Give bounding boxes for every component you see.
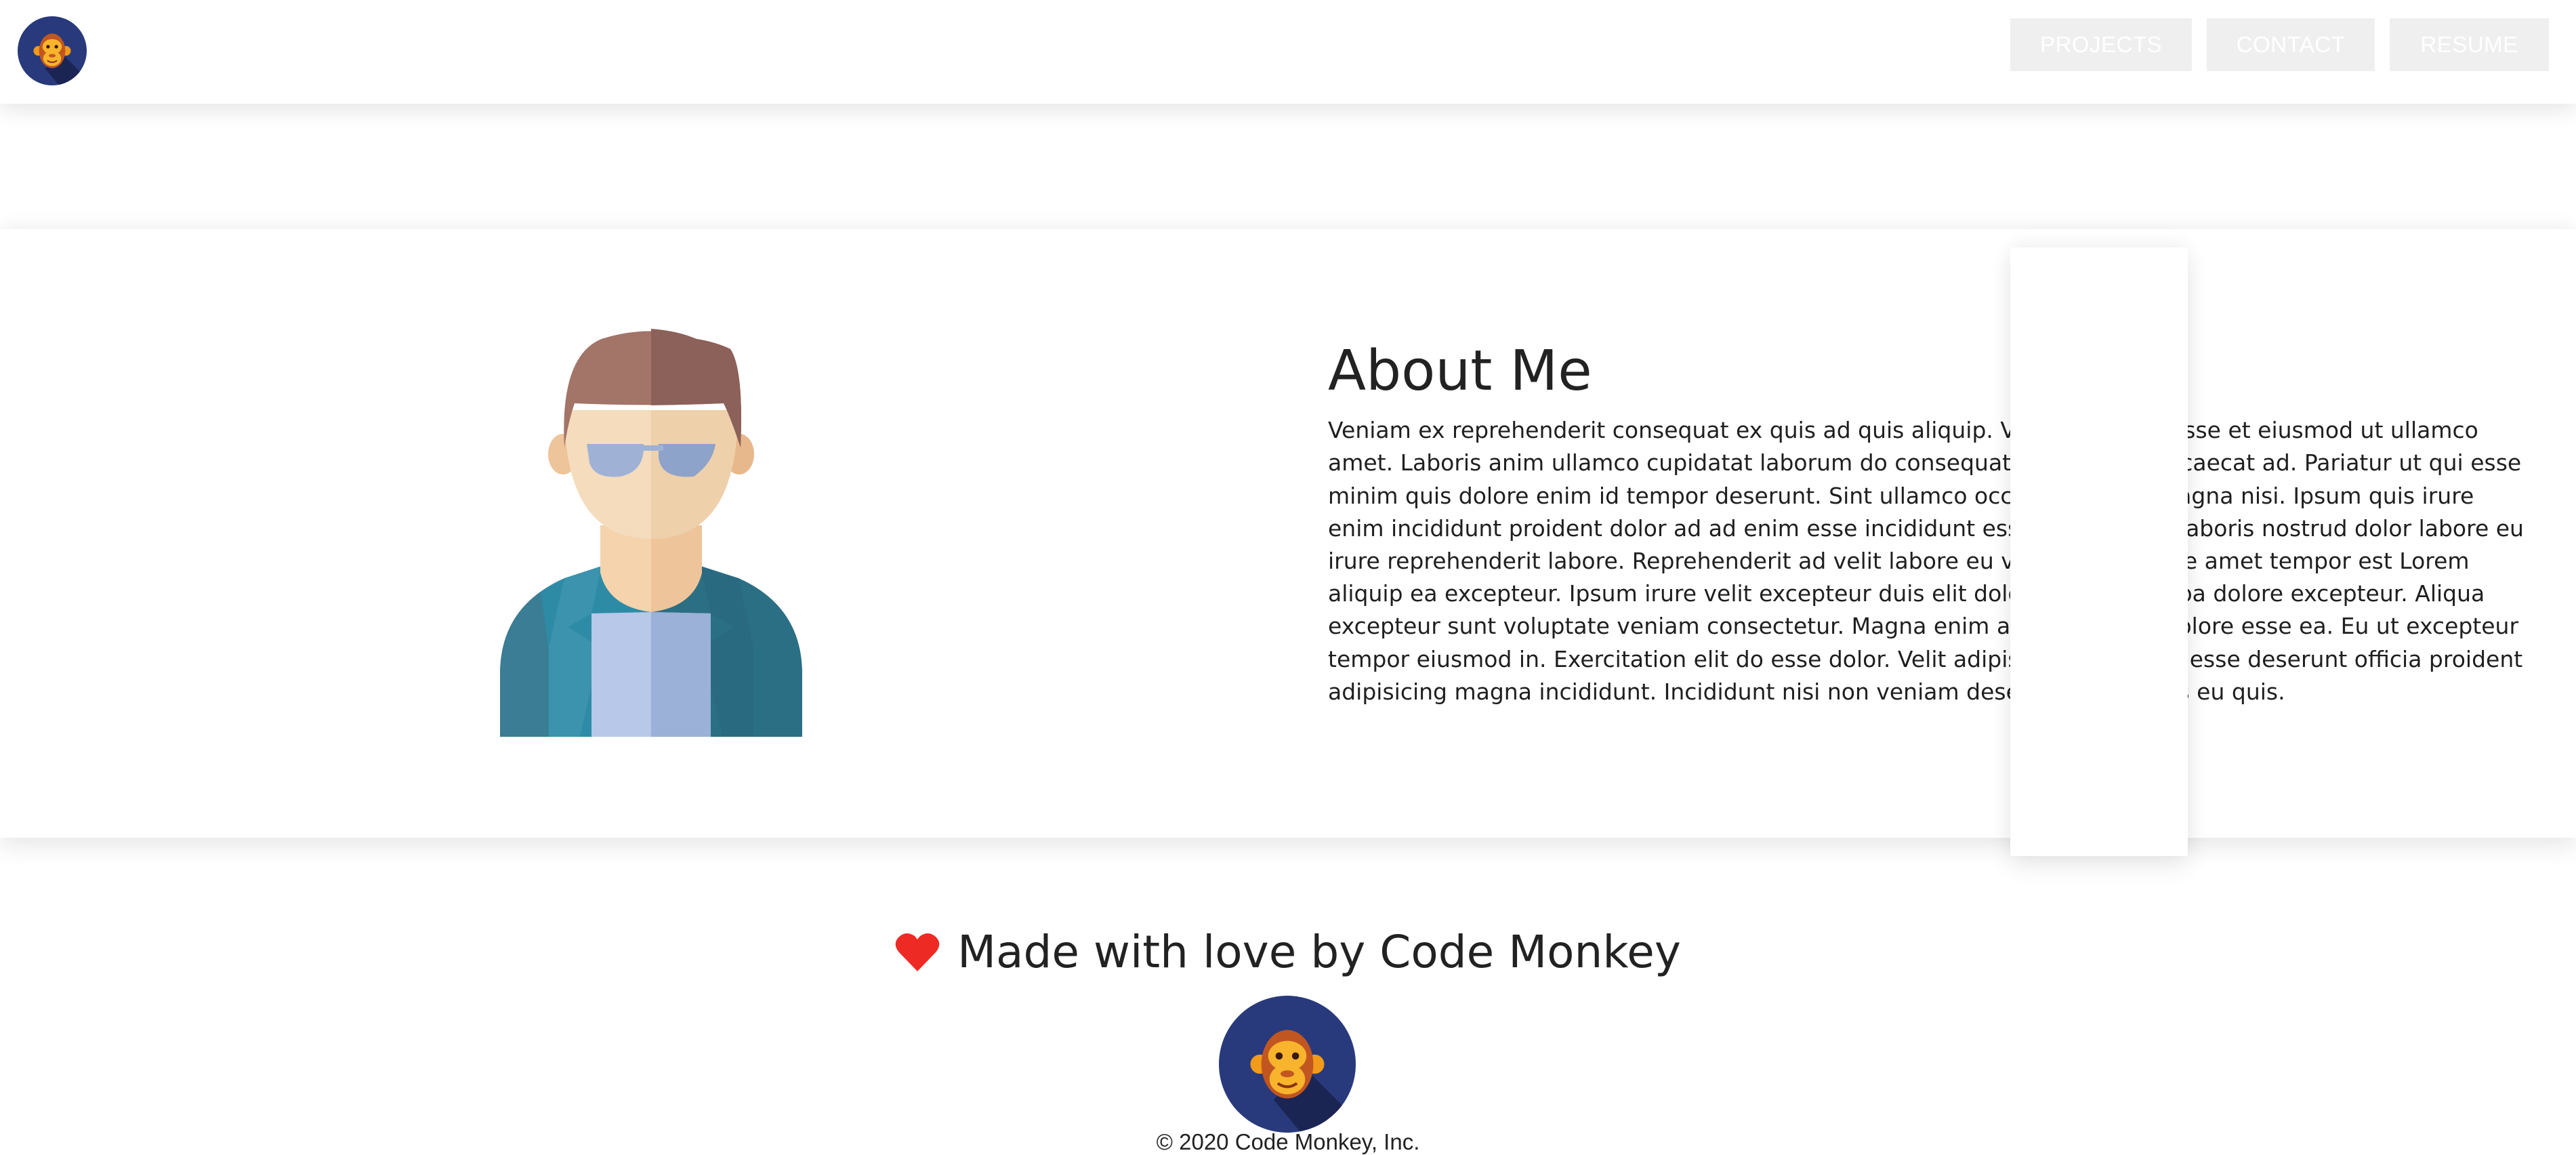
man-avatar-icon	[500, 329, 802, 737]
nav-projects-button[interactable]: PROJECTS	[2010, 18, 2192, 71]
spacer-band	[0, 104, 2576, 229]
about-section: About Me Veniam ex reprehenderit consequ…	[0, 229, 2576, 838]
made-with-love-text: Made with love by Code Monkey	[957, 926, 1681, 978]
nav-contact-button[interactable]: CONTACT	[2207, 18, 2375, 71]
made-with-love-line: Made with love by Code Monkey	[0, 926, 2576, 978]
site-footer: Made with love by Code Monkey © 2020 Cod…	[0, 838, 2576, 1154]
main-nav: PROJECTS ABOUT ME CONTACT RESUME	[2010, 18, 2549, 856]
heart-icon	[895, 933, 940, 971]
monkey-logo-icon	[18, 16, 87, 85]
monkey-logo-icon	[1219, 996, 1356, 1133]
nav-about-me-button[interactable]: ABOUT ME	[2010, 247, 2188, 856]
copyright-text: © 2020 Code Monkey, Inc.	[1156, 1129, 1420, 1154]
about-title: About Me	[1328, 339, 1592, 403]
about-paragraph: Veniam ex reprehenderit consequat ex qui…	[1328, 417, 2524, 705]
site-header: PROJECTS ABOUT ME CONTACT RESUME	[0, 0, 2576, 856]
about-content: About Me Veniam ex reprehenderit consequ…	[1328, 339, 2527, 708]
nav-resume-button[interactable]: RESUME	[2390, 18, 2549, 71]
